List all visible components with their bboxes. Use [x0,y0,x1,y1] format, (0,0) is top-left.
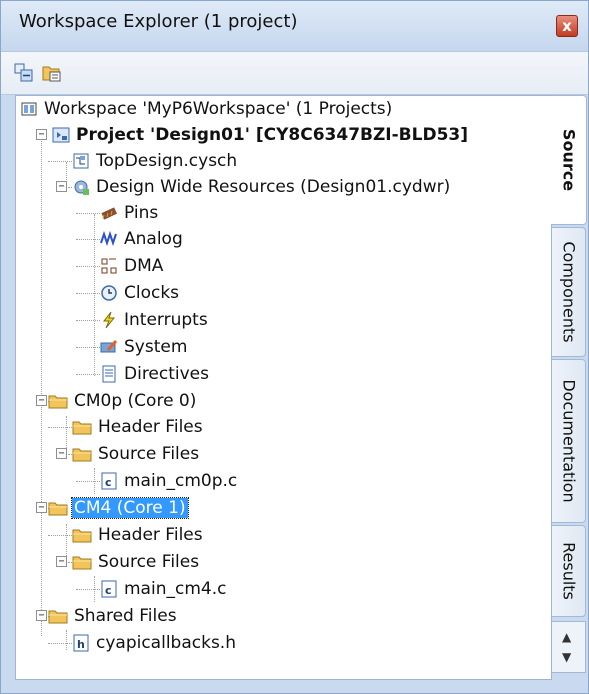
tab-documentation[interactable]: Documentation [552,359,586,523]
tree-expander[interactable]: − [36,502,47,513]
interrupt-icon [100,311,118,329]
folder-icon [48,392,68,410]
directives-icon [100,365,118,383]
tree-item-label: Shared Files [74,606,177,626]
pins-icon [100,204,118,222]
tree-item[interactable]: System [100,334,187,360]
folder-icon [72,553,92,571]
tree-item-label: Source Files [98,444,200,464]
workspace-explorer-window: Workspace Explorer (1 project) x Workspa… [0,0,589,694]
tree-item[interactable]: Header Files [72,414,203,440]
tree-item[interactable]: Shared Files [48,603,177,629]
show-files-button[interactable] [41,62,63,84]
tree-item-label: Header Files [98,417,203,437]
tree-item-label: DMA [124,256,164,276]
scroll-down-icon[interactable]: ▼ [562,650,571,664]
show-files-icon [42,66,61,82]
scroll-up-icon[interactable]: ▲ [562,630,571,644]
tree-item[interactable]: c main_cm4.c [100,576,226,602]
tree-item[interactable]: Source Files [72,549,199,575]
close-icon: x [562,16,572,35]
tree-item-label: Directives [124,364,209,384]
folder-icon [72,418,92,436]
analog-icon [100,230,118,248]
tree-item-label: main_cm0p.c [124,471,238,491]
tab-components-label: Components [559,241,578,343]
tree-item[interactable]: Analog [100,226,183,252]
workspace-icon [20,100,38,118]
folder-icon [48,499,68,517]
side-tabs: Source Components Documentation Results [551,95,588,680]
h-file-icon: h [72,634,90,652]
tree-item[interactable]: h cyapicallbacks.h [72,630,236,656]
window-title: Workspace Explorer (1 project) [19,11,298,32]
tab-results[interactable]: Results [552,525,586,617]
tree-expander[interactable]: − [56,181,67,192]
tree-item[interactable]: Interrupts [100,307,208,333]
tree-item-label: Design Wide Resources (Design01.cydwr) [96,177,451,197]
project-icon [52,126,70,144]
tab-source[interactable]: Source [551,95,587,225]
tree-item[interactable]: Header Files [72,522,203,548]
clock-icon [100,284,118,302]
tree-item-label: Header Files [98,525,203,545]
tree-item[interactable]: CM0p (Core 0) [48,388,196,414]
title-bar[interactable]: Workspace Explorer (1 project) x [1,1,588,51]
tree-item[interactable]: Pins [100,200,158,226]
tree-item[interactable]: c main_cm0p.c [100,468,237,494]
tree-item-label: TopDesign.cysch [96,151,238,171]
tree-item-label: cyapicallbacks.h [96,633,236,653]
tree-item-label: CM0p (Core 0) [74,391,197,411]
tree-item[interactable]: Design Wide Resources (Design01.cydwr) [72,174,450,200]
tab-documentation-label: Documentation [559,379,578,503]
svg-text:c: c [105,476,112,489]
tree-item[interactable]: DMA [100,253,163,279]
project-tree[interactable]: Workspace 'MyP6Workspace' (1 Projects) −… [16,96,551,679]
tree-expander[interactable]: − [56,448,67,459]
tree-item[interactable]: CM4 (Core 1) [48,495,189,521]
c-file-icon: c [100,472,118,490]
tab-source-label: Source [559,128,578,192]
expander-project[interactable]: − [36,129,47,140]
dma-icon [100,257,118,275]
tree-expander[interactable]: − [56,556,67,567]
collapse-all-button[interactable] [13,62,35,84]
tree-item-label: Interrupts [124,310,208,330]
folder-icon [48,607,68,625]
close-button[interactable]: x [556,15,578,37]
tree-panel[interactable]: Workspace 'MyP6Workspace' (1 Projects) −… [15,95,552,680]
tree-item-label: Analog [124,229,183,249]
tree-item[interactable]: Directives [100,361,209,387]
system-icon [100,338,118,356]
collapse-all-icon [14,63,33,82]
tree-item[interactable]: Clocks [100,280,179,306]
tab-results-label: Results [559,542,578,600]
svg-text:h: h [77,638,85,651]
folder-icon [72,526,92,544]
project-label: Project 'Design01' [CY8C6347BZI-BLD53] [76,125,469,145]
tree-item-workspace[interactable]: Workspace 'MyP6Workspace' (1 Projects) [20,96,392,122]
tree-item[interactable]: TopDesign.cysch [72,148,237,174]
tree-item-label: CM4 (Core 1) [71,497,189,519]
toolbar [1,51,588,95]
tree-item-label: Source Files [98,552,200,572]
tree-expander[interactable]: − [36,395,47,406]
tab-scroll-buttons[interactable]: ▲ ▼ [552,621,586,673]
svg-text:c: c [105,584,112,597]
workspace-label: Workspace 'MyP6Workspace' (1 Projects) [44,99,393,119]
resources-icon [72,178,90,196]
tree-item-project[interactable]: Project 'Design01' [CY8C6347BZI-BLD53] [52,122,468,148]
folder-icon [72,445,92,463]
tree-item-label: Pins [124,203,159,223]
c-file-icon: c [100,580,118,598]
tree-item[interactable]: Source Files [72,441,199,467]
tree-item-label: main_cm4.c [124,579,227,599]
schematic-icon [72,152,90,170]
tree-item-label: Clocks [124,283,180,303]
tree-item-label: System [124,337,188,357]
tree-expander[interactable]: − [36,610,47,621]
tab-components[interactable]: Components [552,227,586,357]
